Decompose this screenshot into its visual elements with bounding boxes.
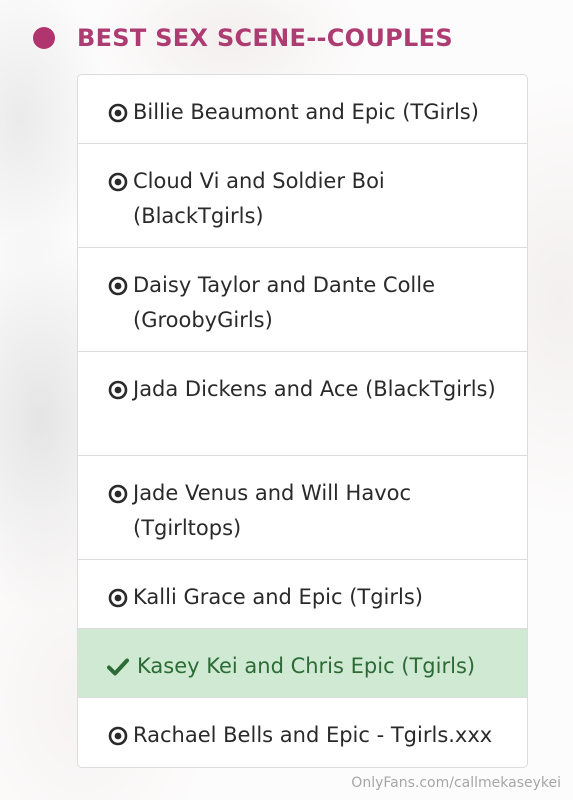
radio-dot-icon <box>107 580 129 615</box>
bullet-dot-icon <box>33 27 55 49</box>
poll-header: BEST SEX SCENE--COUPLES <box>33 21 453 55</box>
radio-dot-icon <box>107 268 129 303</box>
poll-option-kasey-kei-selected[interactable]: Kasey Kei and Chris Epic (Tgirls) <box>78 629 527 698</box>
poll-option-jada-dickens[interactable]: Jada Dickens and Ace (BlackTgirls) <box>78 352 527 456</box>
poll-option-rachael-bells[interactable]: Rachael Bells and Epic - Tgirls.xxx <box>78 698 527 767</box>
poll-option-label: Daisy Taylor and Dante Colle (GroobyGirl… <box>133 273 436 332</box>
poll-title: BEST SEX SCENE--COUPLES <box>77 24 453 52</box>
poll-option-label: Billie Beaumont and Epic (TGirls) <box>133 100 479 124</box>
poll-option-label: Cloud Vi and Soldier Boi (BlackTgirls) <box>133 169 385 228</box>
poll-option-label: Kalli Grace and Epic (Tgirls) <box>133 585 423 609</box>
poll-option-jade-venus[interactable]: Jade Venus and Will Havoc (Tgirltops) <box>78 456 527 560</box>
poll-options-list: Billie Beaumont and Epic (TGirls) Cloud … <box>77 74 528 768</box>
poll-option-cloud-vi[interactable]: Cloud Vi and Soldier Boi (BlackTgirls) <box>78 144 527 248</box>
poll-option-label: Kasey Kei and Chris Epic (Tgirls) <box>137 654 476 678</box>
radio-dot-icon <box>107 372 129 407</box>
poll-option-label: Jada Dickens and Ace (BlackTgirls) <box>133 377 496 401</box>
radio-dot-icon <box>107 95 129 130</box>
poll-option-kalli-grace[interactable]: Kalli Grace and Epic (Tgirls) <box>78 560 527 629</box>
checkmark-icon <box>107 649 129 684</box>
poll-option-daisy-taylor[interactable]: Daisy Taylor and Dante Colle (GroobyGirl… <box>78 248 527 352</box>
poll-option-billie-beaumont[interactable]: Billie Beaumont and Epic (TGirls) <box>78 75 527 144</box>
radio-dot-icon <box>107 164 129 199</box>
poll-option-label: Rachael Bells and Epic - Tgirls.xxx <box>133 723 493 747</box>
radio-dot-icon <box>107 718 129 753</box>
radio-dot-icon <box>107 476 129 511</box>
watermark-text: OnlyFans.com/callmekaseykei <box>351 775 561 791</box>
poll-option-label: Jade Venus and Will Havoc (Tgirltops) <box>133 481 412 540</box>
